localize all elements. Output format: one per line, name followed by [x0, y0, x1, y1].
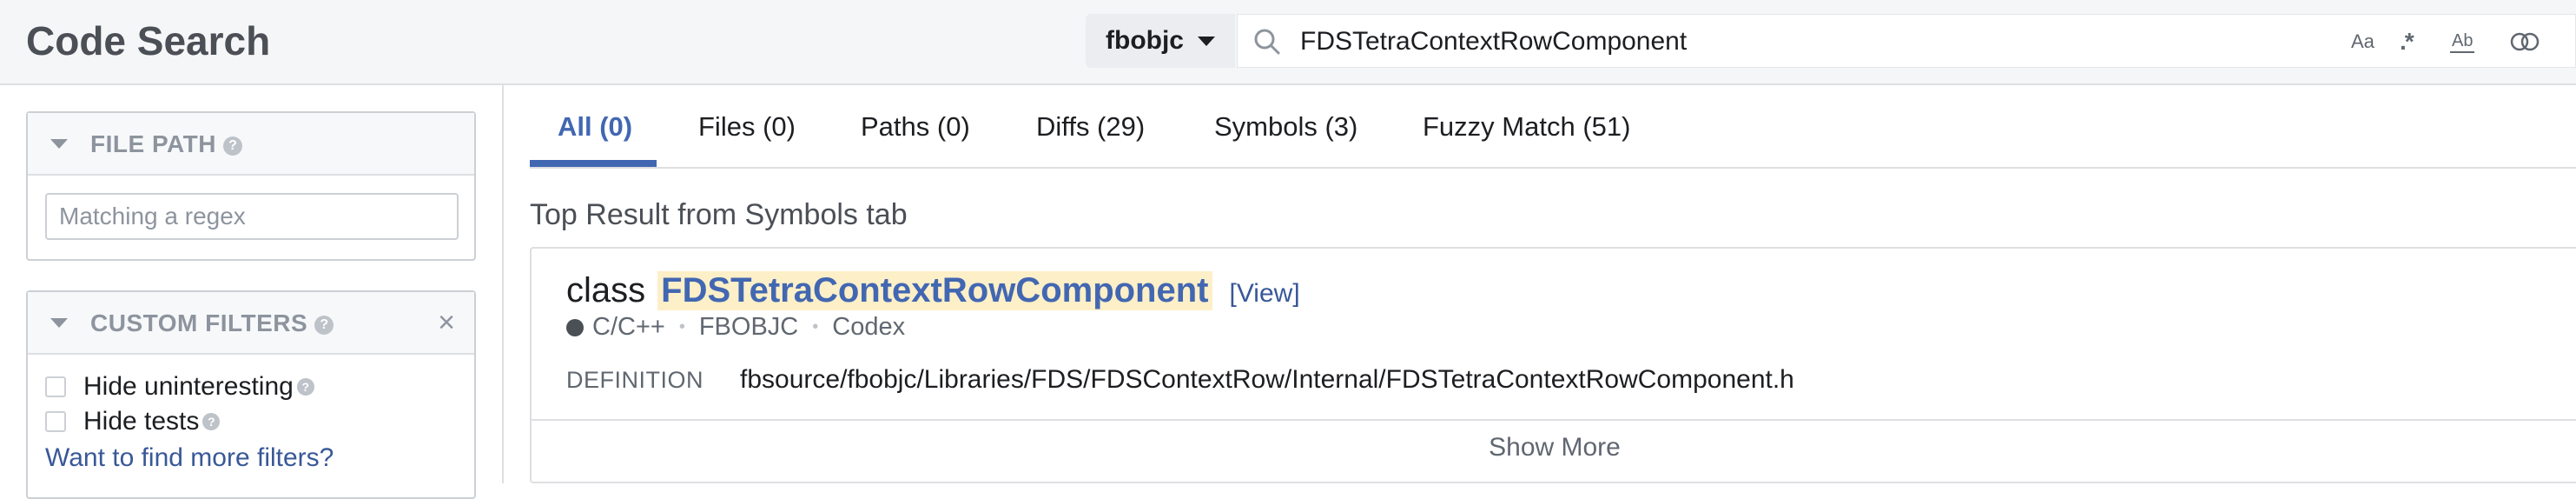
search-box: Aa .* Ab: [1237, 14, 2576, 68]
definition-label: DEFINITION: [566, 366, 703, 393]
file-path-title-wrap: FILE PATH ?: [90, 130, 243, 158]
custom-filters-panel: CUSTOM FILTERS ? × Hide uninteresting ? …: [26, 290, 476, 499]
separator-dot: •: [678, 317, 685, 336]
definition-row: DEFINITION fbsource/fbobjc/Libraries/FDS…: [566, 365, 1794, 395]
tab-fuzzy-match[interactable]: Fuzzy Match (51): [1423, 111, 1630, 143]
tab-diffs[interactable]: Diffs (29): [1036, 111, 1145, 143]
repo-selector[interactable]: fbobjc: [1086, 14, 1235, 68]
sidebar-divider: [502, 83, 504, 483]
whole-word-icon: Ab: [2450, 31, 2475, 53]
caret-down-icon: [1198, 36, 1215, 46]
custom-filters-panel-header[interactable]: CUSTOM FILTERS ? ×: [28, 292, 474, 355]
close-icon[interactable]: ×: [438, 306, 455, 340]
file-path-panel: FILE PATH ?: [26, 111, 476, 261]
card-divider: [532, 419, 2576, 421]
file-path-panel-header[interactable]: FILE PATH ?: [28, 113, 474, 176]
help-icon[interactable]: ?: [202, 413, 221, 430]
tabs-divider: [530, 167, 2576, 169]
checkbox[interactable]: [45, 376, 66, 397]
filter-hide-uninteresting[interactable]: Hide uninteresting ?: [45, 372, 314, 402]
section-title: Top Result from Symbols tab: [530, 198, 908, 231]
search-input[interactable]: [1298, 22, 2257, 62]
collapse-caret-icon: [50, 139, 68, 149]
collapse-caret-icon: [50, 318, 68, 328]
repo-selector-label: fbobjc: [1106, 26, 1184, 55]
tab-all[interactable]: All (0): [558, 111, 632, 143]
overlap-circles-icon: [2510, 32, 2540, 51]
filter-hide-tests[interactable]: Hide tests ?: [45, 407, 221, 436]
linked-toggle[interactable]: [2509, 27, 2540, 57]
whole-word-toggle[interactable]: Ab: [2450, 27, 2475, 57]
tab-files[interactable]: Files (0): [698, 111, 796, 143]
app-title: Code Search: [26, 18, 271, 63]
filter-label: Hide tests: [83, 407, 200, 436]
file-path-title: FILE PATH: [90, 130, 217, 157]
regex-icon: .*: [2400, 28, 2414, 55]
filter-label: Hide uninteresting: [83, 372, 294, 401]
result-heading: class FDSTetraContextRowComponent [View]: [566, 271, 1300, 310]
match-case-icon: Aa: [2351, 30, 2375, 52]
top-bar: Code Search fbobjc Aa .* Ab: [0, 0, 2576, 85]
symbol-kind: class: [566, 271, 646, 309]
more-filters-link[interactable]: Want to find more filters?: [45, 443, 334, 473]
show-more-button[interactable]: Show More: [532, 433, 2576, 462]
custom-filters-title-wrap: CUSTOM FILTERS ?: [90, 309, 334, 337]
language-label: C/C++: [592, 313, 665, 341]
definition-path-link[interactable]: fbsource/fbobjc/Libraries/FDS/FDSContext…: [740, 365, 1794, 395]
symbol-name-link[interactable]: FDSTetraContextRowComponent: [657, 271, 1212, 310]
separator-dot: •: [812, 317, 819, 336]
tab-paths[interactable]: Paths (0): [861, 111, 970, 143]
file-path-regex-input[interactable]: [45, 193, 459, 240]
search-icon: [1254, 29, 1280, 55]
help-icon[interactable]: ?: [296, 378, 314, 396]
active-tab-indicator: [530, 160, 657, 167]
result-meta: C/C++ • FBOBJC • Codex: [566, 313, 905, 342]
match-case-toggle[interactable]: Aa: [2351, 27, 2375, 57]
help-icon[interactable]: ?: [314, 315, 334, 335]
view-link[interactable]: [View]: [1230, 279, 1300, 309]
custom-filters-title: CUSTOM FILTERS: [90, 309, 308, 336]
result-card: class FDSTetraContextRowComponent [View]…: [530, 247, 2576, 483]
help-icon[interactable]: ?: [223, 136, 243, 156]
tab-symbols[interactable]: Symbols (3): [1214, 111, 1357, 143]
checkbox[interactable]: [45, 411, 66, 432]
language-dot-icon: [566, 318, 584, 336]
source-label: Codex: [832, 313, 906, 341]
regex-toggle[interactable]: .*: [2400, 27, 2414, 57]
repo-label: FBOBJC: [698, 313, 799, 341]
